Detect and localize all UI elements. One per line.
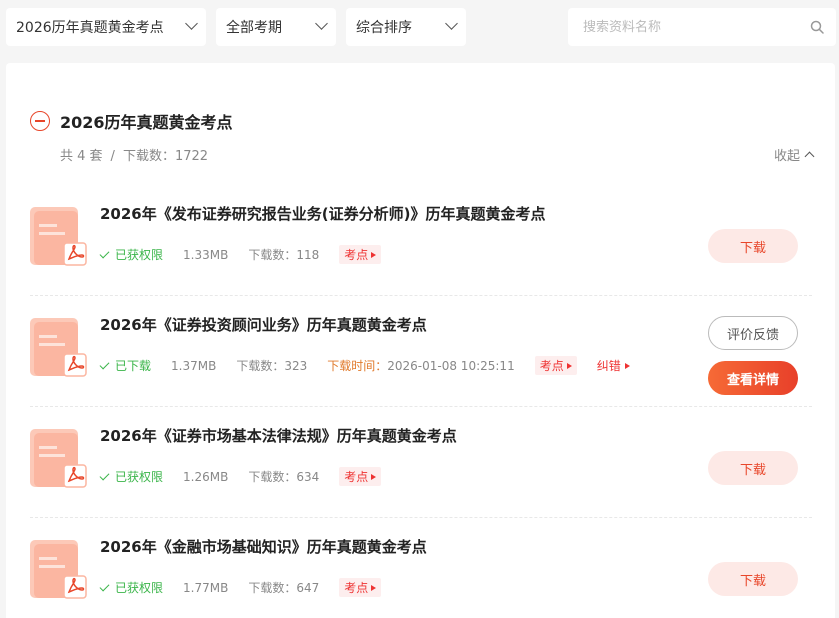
section-downloads: 下载数：1722 (122, 149, 209, 164)
list-item: 2026年《证券投资顾问业务》历年真题黄金考点 已下载 1.37MB 下载数：3… (30, 296, 812, 407)
tag-label: 考点 (539, 359, 564, 373)
play-arrow-icon (371, 473, 377, 480)
chevron-down-icon (315, 17, 328, 30)
pdf-file-icon (30, 540, 87, 599)
search-icon[interactable] (810, 20, 824, 34)
collapse-circle-icon[interactable] (30, 111, 50, 131)
download-count: 下载数：323 (236, 359, 308, 373)
check-icon (99, 248, 110, 258)
section-header[interactable]: 2026历年真题黄金考点 (30, 109, 233, 133)
report-label: 纠错 (596, 359, 621, 373)
item-title[interactable]: 2026年《发布证券研究报告业务(证券分析师)》历年真题黄金考点 (100, 203, 545, 224)
play-arrow-icon (624, 362, 630, 369)
status-label: 已获权限 (115, 470, 164, 484)
item-title[interactable]: 2026年《证券投资顾问业务》历年真题黄金考点 (100, 314, 427, 335)
play-arrow-icon (566, 362, 572, 369)
file-size: 1.26MB (183, 469, 229, 484)
sort-select[interactable]: 综合排序 (346, 8, 466, 46)
status-label: 已获权限 (115, 248, 164, 262)
meta-separator: / (110, 149, 115, 164)
report-error-link[interactable]: 纠错 (597, 357, 630, 374)
status-badge: 已获权限 (99, 468, 164, 485)
collapse-label: 收起 (773, 149, 800, 164)
check-icon (99, 359, 110, 369)
section-meta: 共 4 套 / 下载数：1722 (60, 145, 208, 164)
chevron-down-icon (445, 17, 458, 30)
download-button[interactable]: 下载 (708, 562, 798, 596)
view-detail-button[interactable]: 查看详情 (708, 361, 798, 395)
item-title[interactable]: 2026年《金融市场基础知识》历年真题黄金考点 (100, 536, 427, 557)
sort-select-value: 综合排序 (356, 20, 412, 36)
download-button[interactable]: 下载 (708, 229, 798, 263)
section-title: 2026历年真题黄金考点 (60, 113, 233, 132)
search-box (568, 8, 836, 46)
period-select[interactable]: 全部考期 (216, 8, 336, 46)
download-button[interactable]: 下载 (708, 451, 798, 485)
section-count: 共 4 套 (60, 149, 103, 164)
play-arrow-icon (371, 251, 377, 258)
collapse-button[interactable]: 收起 (773, 145, 815, 164)
download-time: 下载时间：2026-01-08 10:25:11 (327, 357, 514, 374)
check-icon (99, 470, 110, 480)
resource-panel: 2026历年真题黄金考点 共 4 套 / 下载数：1722 收起 2026年《发布证… (6, 63, 835, 618)
download-count: 下载数：634 (248, 470, 320, 484)
kaodian-tag[interactable]: 考点 (339, 245, 382, 264)
status-badge: 已下载 (99, 357, 152, 374)
download-count: 下载数：647 (248, 581, 320, 595)
item-meta: 已获权限 1.33MB 下载数：118 考点 (99, 245, 401, 264)
file-size: 1.33MB (183, 247, 229, 262)
pdf-file-icon (30, 318, 87, 377)
list-item: 2026年《证券市场基本法律法规》历年真题黄金考点 已获权限 1.26MB 下载… (30, 407, 812, 518)
download-count: 下载数：118 (248, 248, 320, 262)
pdf-file-icon (30, 207, 87, 266)
period-select-value: 全部考期 (226, 20, 282, 36)
file-size: 1.37MB (171, 358, 217, 373)
status-badge: 已获权限 (99, 579, 164, 596)
kaodian-tag[interactable]: 考点 (339, 467, 382, 486)
download-time-value: 2026-01-08 10:25:11 (387, 359, 515, 373)
item-title[interactable]: 2026年《证券市场基本法律法规》历年真题黄金考点 (100, 425, 457, 446)
list-item: 2026年《发布证券研究报告业务(证券分析师)》历年真题黄金考点 已获权限 1.… (30, 185, 812, 296)
status-label: 已获权限 (115, 581, 164, 595)
exam-select-value: 2026历年真题黄金考点 (16, 20, 164, 36)
tag-label: 考点 (344, 248, 369, 262)
feedback-button[interactable]: 评价反馈 (708, 316, 798, 350)
tag-label: 考点 (344, 470, 369, 484)
check-icon (99, 581, 110, 591)
kaodian-tag[interactable]: 考点 (339, 578, 382, 597)
exam-select[interactable]: 2026历年真题黄金考点 (6, 8, 206, 46)
pdf-file-icon (30, 429, 87, 488)
filter-bar: 2026历年真题黄金考点 全部考期 综合排序 (0, 0, 839, 56)
list-item: 2026年《金融市场基础知识》历年真题黄金考点 已获权限 1.77MB 下载数：… (30, 518, 812, 618)
status-badge: 已获权限 (99, 246, 164, 263)
kaodian-tag[interactable]: 考点 (534, 356, 577, 375)
file-size: 1.77MB (183, 580, 229, 595)
chevron-up-icon (804, 151, 815, 161)
chevron-down-icon (185, 17, 198, 30)
download-time-label: 下载时间： (327, 359, 388, 373)
search-input[interactable] (568, 8, 788, 46)
play-arrow-icon (371, 584, 377, 591)
tag-label: 考点 (344, 581, 369, 595)
item-meta: 已下载 1.37MB 下载数：323 下载时间：2026-01-08 10:25… (99, 356, 650, 375)
item-meta: 已获权限 1.26MB 下载数：634 考点 (99, 467, 401, 486)
status-label: 已下载 (115, 359, 152, 373)
item-meta: 已获权限 1.77MB 下载数：647 考点 (99, 578, 401, 597)
